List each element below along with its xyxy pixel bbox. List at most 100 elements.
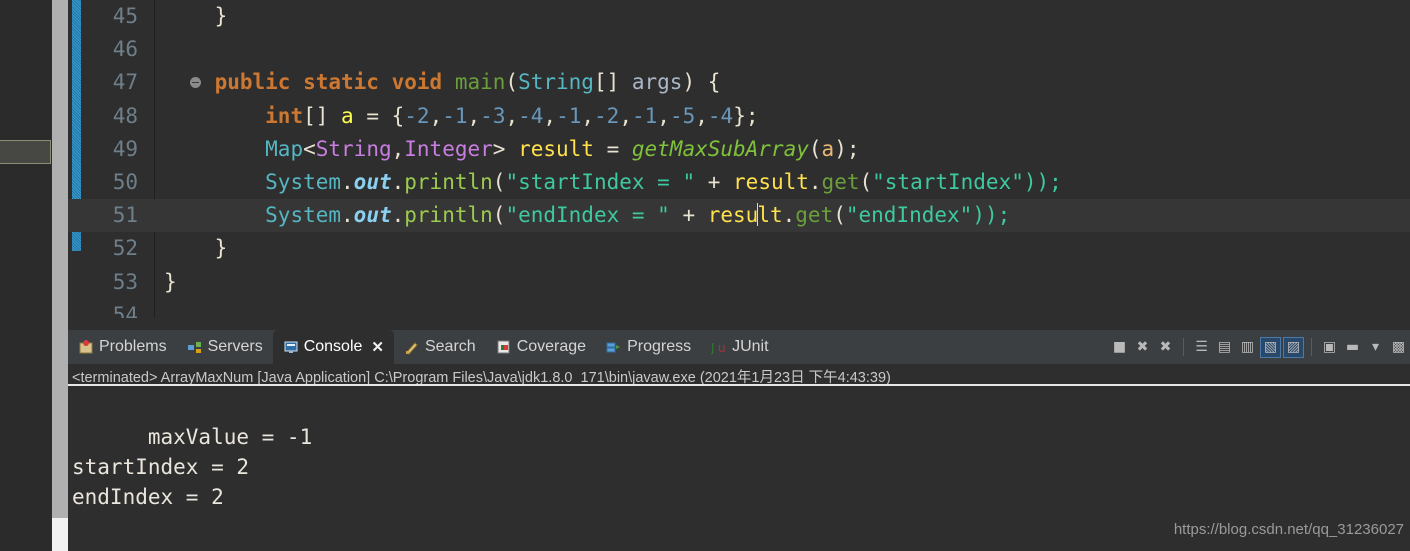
line-code: System.out.println("endIndex = " + resul… [164, 199, 1010, 232]
code-token: + [695, 169, 734, 194]
code-line[interactable]: 47 public static void main(String[] args… [68, 66, 1410, 99]
code-token: static [303, 70, 379, 95]
code-token: , [505, 103, 519, 128]
terminate-button[interactable]: ■ [1110, 338, 1129, 357]
scroll-lock-button[interactable]: ▤ [1215, 338, 1234, 357]
open-console-button[interactable]: ▣ [1320, 338, 1339, 357]
console-tab-problems[interactable]: Problems [68, 330, 177, 364]
remove-launch-button[interactable]: ✖ [1133, 338, 1152, 357]
code-token: println [404, 203, 493, 228]
code-line[interactable]: 53} [68, 266, 1410, 299]
minimize-button[interactable]: ▬ [1343, 338, 1362, 357]
line-code: public static void main(String[] args) { [164, 66, 721, 99]
code-token: } [164, 4, 228, 28]
console-tab-label: Problems [99, 338, 167, 355]
problems-icon [78, 339, 94, 355]
console-tab-search[interactable]: Search [394, 330, 486, 364]
code-line[interactable]: 45 } [68, 0, 1410, 33]
pin-console-button[interactable]: ▧ [1260, 336, 1281, 358]
console-tab-label: Coverage [516, 338, 587, 355]
console-toolbar: ■ ✖ ✖ ☰ ▤ ▥ ▧ ▨ ▣ ▬ ▾ ▩ [1110, 330, 1410, 364]
svg-text:J: J [711, 341, 715, 355]
console-tab-servers[interactable]: Servers [177, 330, 273, 364]
code-token: ( [505, 70, 519, 95]
line-number: 46 [112, 37, 138, 62]
code-token: , [467, 103, 481, 128]
editor-bottom-edge [68, 318, 1410, 328]
code-token: . [341, 169, 354, 194]
display-selected-console-button[interactable]: ▨ [1283, 336, 1304, 358]
console-tab-junit[interactable]: Ju JUnit [701, 330, 778, 364]
line-code: System.out.println("startIndex = " + res… [164, 166, 1062, 199]
line-code: } [164, 232, 228, 265]
code-token: out [353, 169, 392, 194]
code-token: -5 [669, 103, 696, 128]
code-token: < [303, 136, 316, 161]
code-line[interactable]: 52 } [68, 232, 1410, 265]
window-scrollbar[interactable] [52, 0, 68, 551]
code-token: }; [733, 103, 759, 128]
line-code: } [164, 266, 177, 299]
code-token: "startIndex" [872, 169, 1024, 194]
code-token: resu [707, 203, 759, 228]
code-token: -1 [556, 103, 582, 128]
clear-console-button[interactable]: ☰ [1192, 338, 1211, 357]
code-line[interactable]: 51 System.out.println("endIndex = " + re… [68, 199, 1410, 233]
line-number: 45 [112, 4, 138, 28]
code-token: ( [492, 169, 506, 194]
code-token: public [214, 70, 291, 95]
code-token: -2 [404, 103, 430, 128]
console-output-text: maxValue = -1 startIndex = 2 endIndex = … [72, 425, 313, 509]
console-tab-progress[interactable]: Progress [596, 330, 701, 364]
code-token: . [391, 203, 405, 228]
close-icon[interactable]: ✕ [371, 338, 384, 356]
line-number: 50 [112, 169, 138, 194]
code-token: "endIndex" [845, 203, 973, 228]
window-scrollbar-thumb[interactable] [52, 0, 68, 518]
console-tab-console[interactable]: Console ✕ [272, 330, 394, 364]
line-number: 51 [112, 203, 138, 228]
code-line[interactable]: 49 Map<String,Integer> result = getMaxSu… [68, 133, 1410, 166]
console-status-line: <terminated> ArrayMaxNum [Java Applicati… [68, 364, 1410, 386]
view-menu-button[interactable]: ▾ [1366, 338, 1385, 357]
code-token: , [619, 103, 632, 128]
code-token: a [821, 136, 835, 161]
code-token: ); [834, 136, 860, 161]
code-token: } [164, 236, 228, 261]
code-token: "endIndex = " [505, 203, 670, 228]
code-lines[interactable]: 45 } 46 47 public static void main(String[… [68, 0, 1410, 326]
rail-view-tab[interactable] [0, 140, 51, 164]
code-token: -2 [594, 103, 620, 128]
remove-all-terminated-button[interactable]: ✖ [1156, 338, 1175, 357]
code-token: ( [833, 203, 846, 228]
code-editor[interactable]: 45 } 46 47 public static void main(String[… [68, 0, 1410, 326]
watermark: https://blog.csdn.net/qq_31236027 [1173, 521, 1404, 538]
word-wrap-button[interactable]: ▥ [1238, 338, 1257, 357]
console-tab-label: Progress [627, 338, 692, 355]
line-code: } [164, 0, 228, 33]
code-token: , [429, 103, 443, 128]
console-tab-label: Search [424, 338, 476, 355]
separator-1 [1183, 338, 1184, 356]
code-token: [] [593, 70, 632, 95]
code-token: , [543, 103, 557, 128]
search-icon [404, 339, 420, 355]
console-output[interactable]: maxValue = -1 startIndex = 2 endIndex = … [68, 386, 1410, 551]
console-tab-label: JUnit [732, 338, 769, 355]
code-token: , [581, 103, 595, 128]
maximize-button[interactable]: ▩ [1389, 338, 1408, 357]
code-token: Map [265, 136, 304, 161]
code-token: )); [1023, 169, 1062, 194]
code-token: System [265, 203, 342, 228]
console-tab-label: Servers [207, 338, 263, 355]
code-line[interactable]: 50 System.out.println("startIndex = " + … [68, 166, 1410, 199]
code-line[interactable]: 48 int[] a = {-2,-1,-3,-4,-1,-2,-1,-5,-4… [68, 100, 1410, 133]
code-token: -1 [442, 103, 468, 128]
code-token: getMaxSubArray [631, 136, 809, 161]
console-view: Problems Servers Console ✕ Search Coverage Pro… [68, 330, 1410, 551]
code-line[interactable]: 46 [68, 33, 1410, 66]
console-tab-coverage[interactable]: Coverage [486, 330, 596, 364]
